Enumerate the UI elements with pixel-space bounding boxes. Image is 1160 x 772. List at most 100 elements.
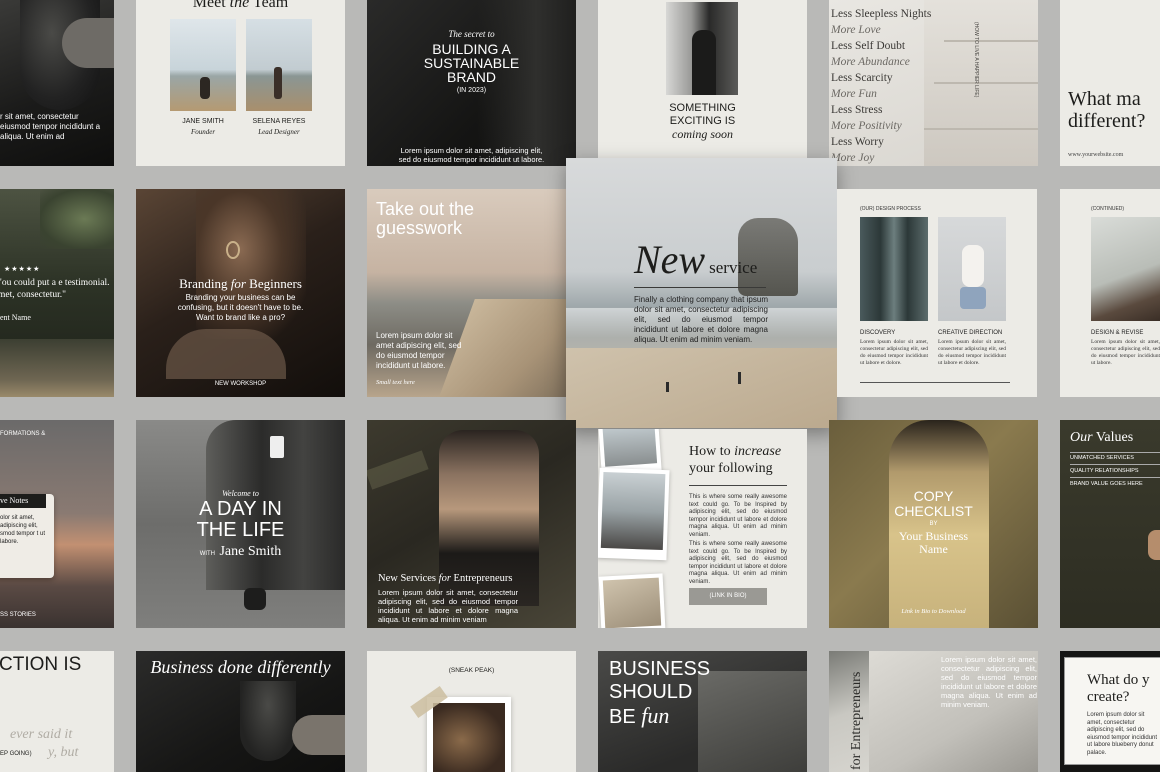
rating-stars: ★★★★★ [4, 266, 41, 273]
tile-increase-following: How to increase your following This is w… [598, 429, 807, 628]
less-more-item: Less Stress [831, 104, 883, 116]
tile-design-revise: (CONTINUED) DESIGN & REVISE Lorem ipsum … [1060, 189, 1160, 397]
increase-title-2: your following [689, 461, 773, 476]
creative-body: Lorem ipsum dolor sit amet, consectetur … [938, 339, 1006, 366]
sand-photo [566, 348, 837, 428]
tile-testimonial: ★★★★★ "ou could put a e testimonial. met… [0, 189, 114, 397]
tile-sunset-notes: FORMATIONS & ve Notes olor sit amet, adi… [0, 420, 114, 628]
copy-line-2: CHECKLIST [894, 503, 973, 519]
people-figure [666, 382, 669, 392]
tile-coming-soon: SOMETHING EXCITING IS coming soon [598, 0, 807, 166]
tile-what-do-you-create: What do y create? Lorem ipsum dolor sit … [1060, 651, 1160, 772]
values-rule [1070, 477, 1160, 478]
notes-card-title: ve Notes [0, 496, 29, 505]
day-line-1: A DAY IN [199, 498, 282, 520]
less-more-item: Less Scarcity [831, 72, 893, 84]
couple-bw-photo [666, 2, 738, 95]
less-more-item: Less Worry [831, 136, 884, 148]
new-service-title-b: service [709, 258, 758, 277]
testimonial-quote: "ou could put a e testimonial. met, cons… [0, 278, 110, 300]
increase-title-1: How to increase [689, 444, 781, 460]
person-figure [960, 287, 986, 309]
branding-title-c: Beginners [249, 276, 302, 291]
link-in-bio-button[interactable]: (LINK IN BIO) [689, 588, 767, 605]
member-1-name: JANE SMITH [182, 118, 224, 125]
tile-new-service-featured: New service Finally a clothing company t… [566, 158, 837, 428]
fun-line-3: BE fun [609, 704, 669, 729]
brand-headline-3: BRAND [446, 69, 496, 85]
entrepreneurs-title-b: for [438, 573, 451, 584]
person-figure [200, 77, 210, 99]
polaroid-image [602, 429, 658, 467]
soon-line-1: SOMETHING [669, 102, 736, 114]
hand-photo [62, 18, 114, 68]
create-card: What do y create? Lorem ipsum dolor sit … [1064, 657, 1160, 765]
polaroid-image [600, 471, 666, 551]
palm-photo [40, 189, 114, 249]
person-figure [274, 67, 282, 99]
person-figure [962, 245, 984, 287]
copy-name-2: Name [919, 542, 948, 556]
less-more-item: More Love [831, 24, 881, 36]
continued-kicker: (CONTINUED) [1091, 206, 1125, 212]
copy-line-1: COPY [913, 488, 954, 504]
less-more-top: Less Sleepless Nights [831, 8, 932, 20]
earring-icon [226, 241, 240, 259]
tile-sustainable-brand: The secret to BUILDING A SUSTAINABLE BRA… [367, 0, 576, 166]
tile-business-fun: BUSINESS SHOULD BE fun [598, 651, 807, 772]
hand-photo [698, 671, 807, 772]
sheet-photo [1091, 217, 1160, 321]
pool-photo [0, 339, 114, 397]
branding-title-a: Branding [179, 276, 228, 291]
soon-line-2: EXCITING IS [669, 115, 736, 127]
polaroid-image [602, 577, 662, 628]
light-stripe [367, 450, 429, 490]
brand-headline-2: SUSTAINABLE [423, 55, 520, 71]
stair-step [924, 128, 1038, 130]
values-rule [1070, 464, 1160, 465]
member-1-photo [170, 19, 236, 111]
fun-line-1: BUSINESS [609, 658, 711, 680]
entrepreneurs-side-body: Lorem ipsum dolor sit amet, consectetur … [941, 655, 1037, 709]
increase-para-1: This is where some really awesome text c… [689, 494, 787, 538]
entrepreneurs-title-a: New Services [378, 573, 437, 584]
member-2-name: SELENA REYES [252, 118, 306, 125]
create-title-2: create? [1087, 689, 1130, 705]
brand-kicker: The secret to [448, 29, 495, 39]
day-name: Jane Smith [219, 544, 282, 559]
stairs-photo [924, 0, 1038, 166]
new-service-title-a: New [634, 237, 706, 282]
branding-body: Branding your business can be confusing,… [177, 293, 304, 322]
branding-title-b: for [230, 276, 246, 291]
tile-design-process: (OUR) DESIGN PROCESS DISCOVERY Lorem ips… [837, 189, 1037, 397]
revise-title: DESIGN & REVISE [1091, 330, 1144, 336]
sneak-polaroid [427, 697, 511, 772]
different-title-2: different? [1068, 110, 1146, 132]
values-item-2: QUALITY RELATIONSHIPS [1070, 468, 1139, 474]
member-2-photo-visible [246, 19, 312, 111]
sneak-kicker: (SNEAK PEAK) [448, 667, 495, 674]
hand-photo [166, 329, 286, 379]
process-rule [860, 382, 1010, 383]
new-service-body: Finally a clothing company that ipsum do… [634, 295, 768, 344]
guesswork-body: Lorem ipsum dolor sit amet adipiscing el… [376, 331, 462, 370]
fun-line-3-be: BE [609, 706, 636, 728]
action-script-3: y, but [48, 745, 79, 760]
woman-jeans-photo [938, 217, 1006, 321]
less-more-item: Less Self Doubt [831, 40, 906, 52]
discovery-body: Lorem ipsum dolor sit amet, consectetur … [860, 339, 928, 366]
fun-line-2: SHOULD [609, 681, 693, 703]
values-title-b: Values [1095, 430, 1134, 445]
tile-sneak-peak: (SNEAK PEAK) [367, 651, 576, 772]
tile-day-in-life: Welcome to A DAY IN THE LIFE WITH Jane S… [136, 420, 345, 628]
notes-footer: SS STORIES [0, 612, 36, 618]
day-kicker: Welcome to [222, 489, 259, 498]
values-title-a: Our [1070, 430, 1093, 445]
stair-step [934, 82, 1038, 84]
increase-title-em: increase [734, 444, 782, 459]
shoe-photo [244, 588, 266, 610]
less-more-item: More Positivity [831, 120, 902, 132]
different-title-1: What ma [1068, 88, 1141, 110]
wine-glass-photo [240, 681, 296, 761]
brand-body: Lorem ipsum dolor sit amet, adipiscing e… [398, 146, 545, 164]
